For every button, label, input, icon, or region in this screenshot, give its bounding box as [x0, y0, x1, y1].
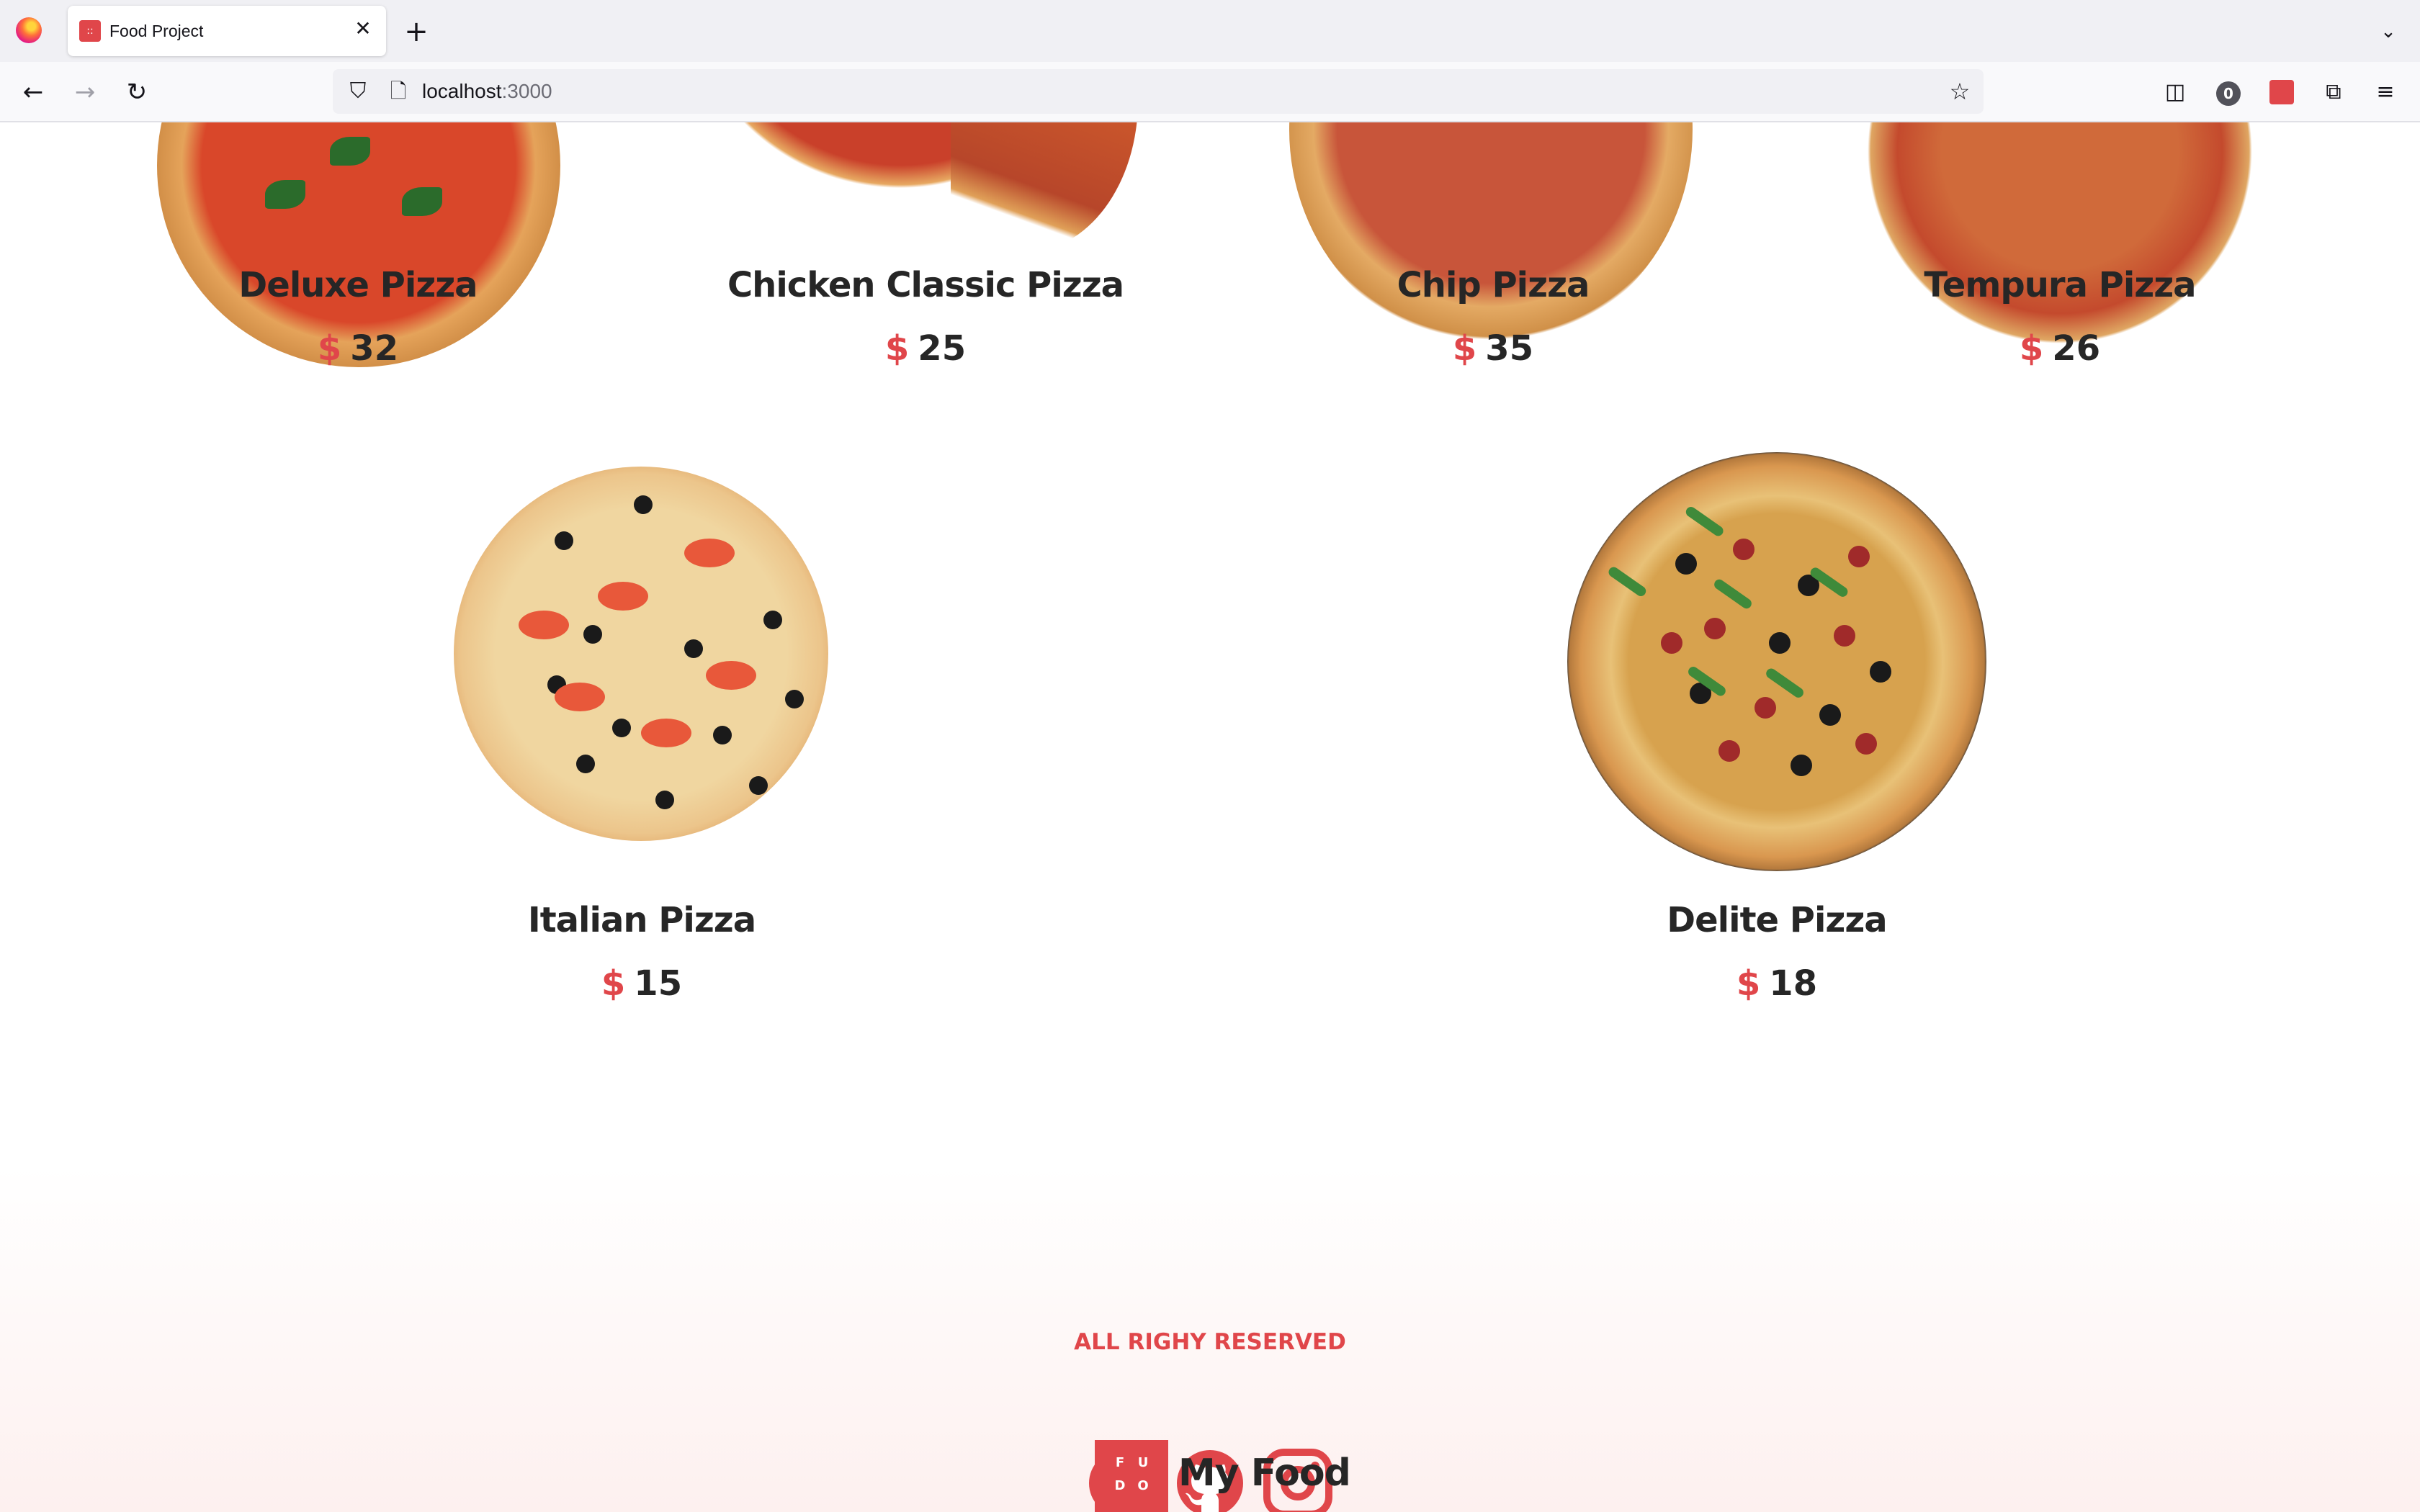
browser-tab-bar: Food Project ✕ + ⌄	[0, 0, 2420, 62]
chip-pizza-image[interactable]	[1289, 122, 1693, 346]
pizza-price: $25	[673, 327, 1178, 370]
currency-symbol: $	[1736, 963, 1761, 1004]
bookmark-star-icon[interactable]: ☆	[1945, 76, 1975, 107]
pizza-name: Delite Pizza	[1667, 900, 1887, 940]
brand-logo[interactable]: F U D O	[1095, 1440, 1168, 1512]
pizza-name: Italian Pizza	[527, 900, 756, 940]
price-value: 18	[1769, 963, 1818, 1004]
logo-letter: F	[1115, 1455, 1125, 1470]
reload-icon[interactable]: ↻	[120, 75, 154, 109]
tab-close-icon[interactable]: ✕	[350, 16, 376, 42]
chicken-classic-pizza-image[interactable]	[670, 122, 958, 202]
forward-arrow-icon[interactable]: →	[68, 75, 102, 109]
new-tab-button[interactable]: +	[400, 16, 432, 48]
pocket-icon[interactable]: ◫	[2159, 76, 2191, 108]
pizza-price: $15	[390, 962, 894, 1005]
browser-nav-bar: ← → ↻ ⛉ 🗋 localhost:3000 ☆ ◫ 0 ⧉ ≡	[0, 62, 2420, 122]
tab-list-chevron-icon[interactable]: ⌄	[2374, 17, 2403, 46]
badge-count: 0	[2216, 81, 2241, 106]
extension-icon[interactable]	[2266, 76, 2298, 108]
currency-symbol: $	[884, 328, 910, 369]
pizza-name: Tempura Pizza	[1924, 265, 2196, 305]
tab-title: Food Project	[109, 22, 204, 40]
currency-symbol: $	[1452, 328, 1477, 369]
url-port: :3000	[501, 80, 552, 102]
back-arrow-icon[interactable]: ←	[16, 75, 50, 109]
page-viewport: Deluxe Pizza $32 Chicken Classic Pizza $…	[0, 122, 2420, 1512]
pizza-name: Chip Pizza	[1397, 265, 1590, 305]
pizza-price: $32	[106, 327, 610, 370]
hamburger-menu-icon[interactable]: ≡	[2370, 76, 2401, 108]
url-text[interactable]: localhost:3000	[422, 81, 552, 102]
currency-symbol: $	[2019, 328, 2044, 369]
footer-copyright: ALL RIGHY RESERVED	[1074, 1329, 1346, 1355]
logo-letter: U	[1137, 1455, 1149, 1470]
pizza-price: $18	[1525, 962, 2029, 1005]
shield-icon[interactable]: ⛉	[343, 76, 373, 107]
price-value: 35	[1485, 328, 1534, 369]
price-value: 15	[634, 963, 683, 1004]
browser-logo-icon	[16, 17, 42, 43]
price-value: 32	[350, 328, 399, 369]
logo-letter: D	[1114, 1478, 1126, 1493]
page-icon[interactable]: 🗋	[385, 76, 412, 107]
pizza-name: Deluxe Pizza	[238, 265, 478, 305]
logo-letter: O	[1137, 1478, 1149, 1493]
price-value: 26	[2052, 328, 2101, 369]
currency-symbol: $	[601, 963, 626, 1004]
tab-favicon-icon	[79, 20, 101, 42]
brand-name[interactable]: My Food	[1178, 1450, 1351, 1496]
account-badge-icon[interactable]: 0	[2213, 76, 2244, 108]
italian-pizza-image[interactable]	[454, 467, 828, 841]
extensions-puzzle-icon[interactable]: ⧉	[2318, 76, 2349, 108]
pizza-price: $35	[1241, 327, 1745, 370]
tab-food-project[interactable]: Food Project ✕	[68, 6, 386, 56]
chicken-classic-pizza-slice-image[interactable]	[951, 122, 1138, 252]
pizza-price: $26	[1808, 327, 2312, 370]
delite-pizza-image[interactable]	[1567, 452, 1986, 871]
pizza-name: Chicken Classic Pizza	[727, 265, 1124, 305]
url-host: localhost	[422, 80, 502, 102]
currency-symbol: $	[317, 328, 342, 369]
price-value: 25	[918, 328, 967, 369]
address-bar[interactable]: ⛉ 🗋 localhost:3000 ☆	[333, 69, 1984, 114]
